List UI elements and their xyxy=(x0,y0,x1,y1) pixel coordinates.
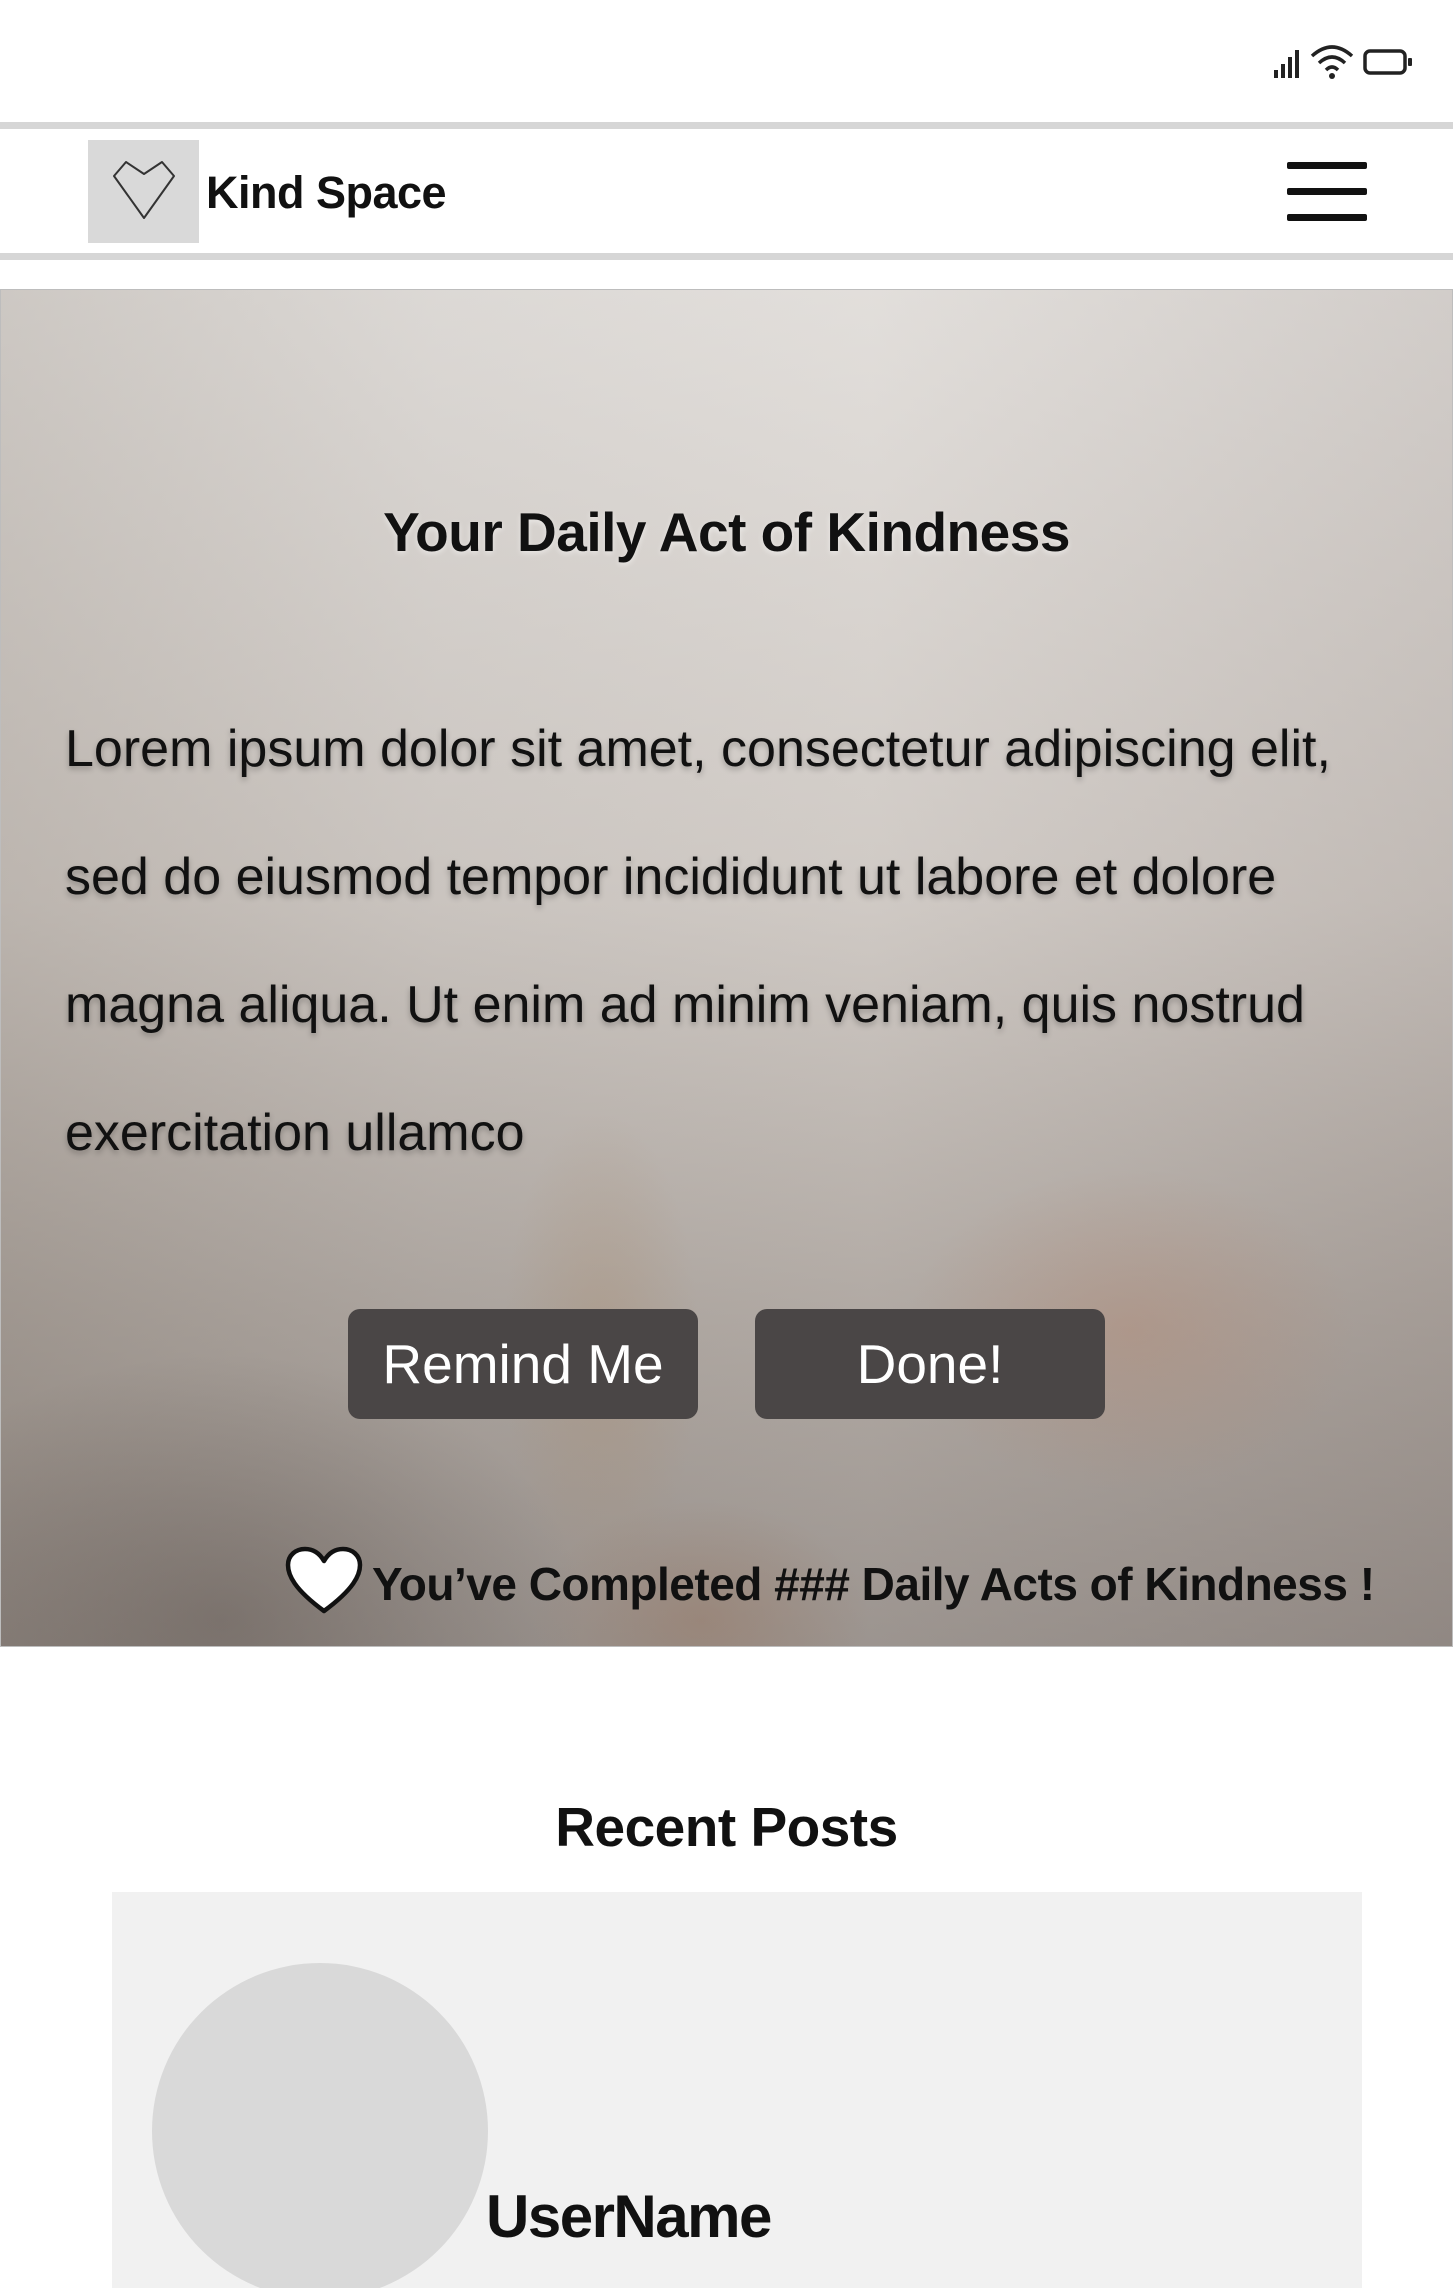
hamburger-menu-icon xyxy=(1287,162,1367,169)
app-title: Kind Space xyxy=(206,167,447,218)
menu-line xyxy=(1287,214,1367,221)
app-logo[interactable] xyxy=(88,140,199,243)
completed-text: You’ve Completed ### Daily Acts of Kindn… xyxy=(372,1557,1375,1610)
heart-outline-icon xyxy=(108,156,180,227)
remind-me-button[interactable]: Remind Me xyxy=(348,1309,698,1419)
done-button[interactable]: Done! xyxy=(755,1309,1105,1419)
menu-line xyxy=(1287,188,1367,195)
avatar[interactable] xyxy=(152,1963,488,2288)
app-header: Kind Space xyxy=(0,130,1453,254)
hamburger-menu-button[interactable] xyxy=(1287,162,1367,222)
wifi-icon xyxy=(1309,44,1355,80)
status-bar xyxy=(0,0,1453,120)
battery-icon xyxy=(1363,47,1413,77)
completed-count: You’ve Completed ### Daily Acts of Kindn… xyxy=(284,1545,1375,1622)
top-divider xyxy=(0,122,1453,129)
daily-act-description: Lorem ipsum dolor sit amet, consectetur … xyxy=(65,720,1331,1162)
signal-icon xyxy=(1273,46,1301,78)
daily-act-hero: Your Daily Act of Kindness Lorem ipsum d… xyxy=(0,289,1453,1647)
header-divider xyxy=(0,253,1453,260)
daily-act-title: Your Daily Act of Kindness xyxy=(383,501,1070,563)
heart-icon xyxy=(284,1545,364,1622)
status-icons xyxy=(1273,44,1413,80)
recent-posts-title: Recent Posts xyxy=(555,1796,898,1858)
post-username[interactable]: UserName xyxy=(486,2182,772,2251)
post-card[interactable]: UserName xyxy=(112,1892,1362,2288)
